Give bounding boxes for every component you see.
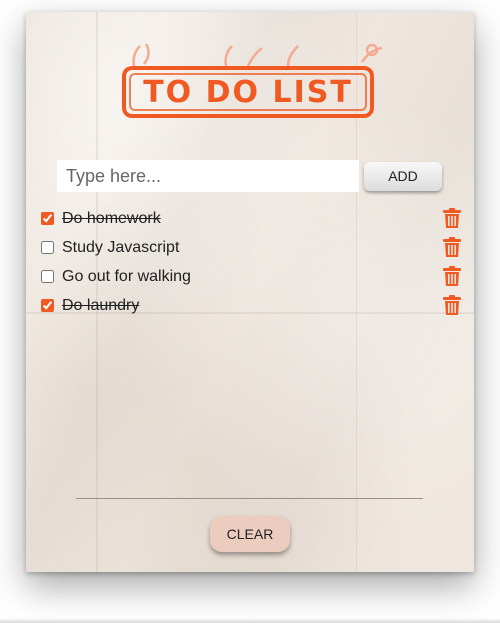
todo-item: Go out for walking: [41, 262, 461, 291]
todo-checkbox[interactable]: [41, 299, 54, 312]
todo-list: Do homework Study Javascript Go out for …: [41, 204, 461, 320]
todo-item: Do homework: [41, 204, 461, 233]
divider: [76, 498, 423, 499]
todo-card: TO DO LIST ADD Do homework Study Javascr…: [26, 12, 474, 572]
clear-button[interactable]: CLEAR: [210, 516, 290, 552]
trash-icon[interactable]: [443, 237, 461, 258]
page-bottom-shadow: [0, 618, 500, 623]
trash-icon[interactable]: [443, 295, 461, 316]
todo-item: Study Javascript: [41, 233, 461, 262]
todo-checkbox[interactable]: [41, 241, 54, 254]
todo-checkbox[interactable]: [41, 270, 54, 283]
todo-label: Do homework: [62, 209, 161, 227]
trash-icon[interactable]: [443, 208, 461, 229]
app-title: TO DO LIST: [143, 74, 353, 110]
todo-label: Study Javascript: [62, 238, 180, 256]
todo-label: Do laundry: [62, 296, 140, 314]
todo-label: Go out for walking: [62, 267, 191, 285]
app-logo: TO DO LIST: [122, 66, 374, 118]
trash-icon[interactable]: [443, 266, 461, 287]
todo-input[interactable]: [57, 160, 359, 192]
todo-item: Do laundry: [41, 291, 461, 320]
todo-checkbox[interactable]: [41, 212, 54, 225]
add-button[interactable]: ADD: [364, 161, 442, 191]
add-todo-row: ADD: [57, 160, 442, 192]
